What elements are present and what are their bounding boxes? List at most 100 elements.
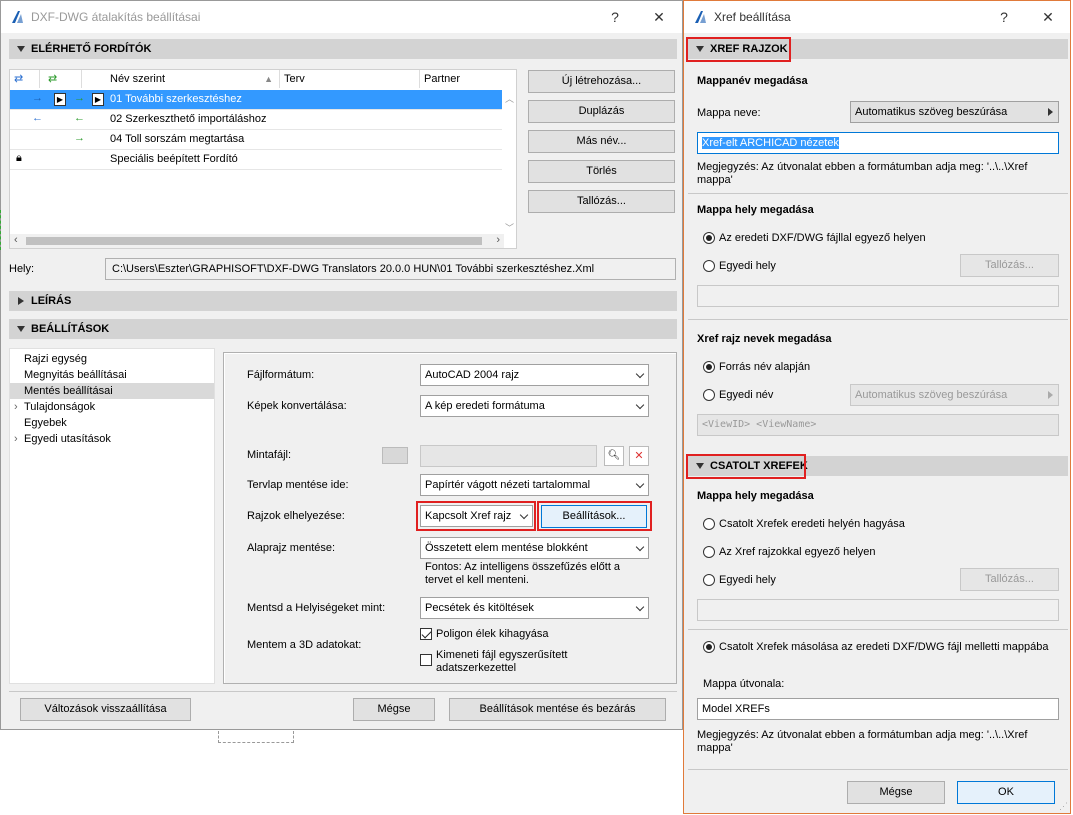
delete-button[interactable]: Törlés bbox=[528, 160, 675, 183]
browse-button[interactable]: Tallózás... bbox=[528, 190, 675, 213]
arrow-left-icon: ← bbox=[74, 112, 85, 124]
expand-arrow-icon[interactable]: › bbox=[14, 431, 18, 447]
path-input[interactable]: Model XREFs bbox=[697, 698, 1059, 720]
settings-header[interactable]: BEÁLLÍTÁSOK bbox=[9, 319, 677, 339]
tree-item[interactable]: › Tulajdonságok bbox=[10, 399, 214, 415]
xref-cancel-button[interactable]: Mégse bbox=[847, 781, 945, 804]
att-keep-radio[interactable] bbox=[703, 518, 715, 530]
divider bbox=[688, 769, 1068, 770]
auto-text-button[interactable]: Automatikus szöveg beszúrása bbox=[850, 101, 1059, 123]
att-same-radio[interactable] bbox=[703, 546, 715, 558]
list-item[interactable]: → 04 Toll sorszám megtartása bbox=[10, 130, 516, 150]
list-item[interactable]: → ▶ → ▶ 01 További szerkesztéshez bbox=[10, 90, 516, 110]
chevron-down-icon bbox=[635, 602, 645, 612]
expand-arrow-icon[interactable]: › bbox=[14, 399, 18, 415]
attached-loc-header: Mappa hely megadása bbox=[697, 490, 814, 502]
divider bbox=[688, 319, 1068, 320]
translator-list[interactable]: ⇄ ⇄ Név szerint ▲ Terv Partner → ▶ → ▶ 01… bbox=[9, 69, 517, 249]
tree-item[interactable]: Egyebek bbox=[10, 415, 214, 431]
scroll-thumb[interactable] bbox=[26, 237, 482, 245]
scroll-down-icon[interactable]: ﹀ bbox=[505, 221, 514, 234]
tree-item[interactable]: › Egyedi utasítások bbox=[10, 431, 214, 447]
zones-select[interactable]: Pecsétek és kitöltések bbox=[420, 597, 649, 619]
name-source-radio[interactable] bbox=[703, 361, 715, 373]
expand-icon bbox=[17, 46, 25, 52]
auto-text-button-disabled[interactable]: Automatikus szöveg beszúrása bbox=[850, 384, 1059, 406]
name-source-label: Forrás név alapján bbox=[719, 361, 811, 373]
settings-tree[interactable]: Rajzi egység Megnyitás beállításai Menté… bbox=[9, 348, 215, 684]
browse-button-disabled[interactable]: Tallózás... bbox=[960, 254, 1059, 277]
folder-name-input[interactable]: Xref-elt ARCHICAD nézetek bbox=[697, 132, 1059, 154]
scroll-left-icon[interactable]: ‹ bbox=[14, 234, 18, 246]
vertical-scrollbar[interactable]: ︿ ﹀ bbox=[502, 90, 516, 236]
save-close-button[interactable]: Beállítások mentése és bezárás bbox=[449, 698, 666, 721]
highlight-box bbox=[686, 454, 806, 479]
reset-button[interactable]: Változások visszaállítása bbox=[20, 698, 191, 721]
close-button[interactable]: ✕ bbox=[647, 7, 671, 27]
file-format-select[interactable]: AutoCAD 2004 rajz bbox=[420, 364, 649, 386]
scroll-right-icon[interactable]: › bbox=[496, 234, 500, 246]
att-custom-radio[interactable] bbox=[703, 574, 715, 586]
chevron-down-icon bbox=[635, 479, 645, 489]
att-copy-radio[interactable] bbox=[703, 641, 715, 653]
names-header: Xref rajz nevek megadása bbox=[697, 333, 832, 345]
loc-original-radio[interactable] bbox=[703, 232, 715, 244]
folder-loc-header: Mappa hely megadása bbox=[697, 204, 814, 216]
clear-file-icon[interactable]: ✕ bbox=[629, 446, 649, 466]
images-label: Képek konvertálása: bbox=[247, 400, 347, 412]
tree-item-selected[interactable]: Mentés beállításai bbox=[10, 383, 214, 399]
xref-dialog: Xref beállítása ? ✕ XREF RAJZOK Mappanév… bbox=[683, 0, 1071, 814]
col-arrow-out[interactable]: ⇄ bbox=[40, 70, 82, 88]
template-field bbox=[420, 445, 597, 467]
resize-grip-icon[interactable]: ⋰ bbox=[1059, 801, 1068, 812]
horizontal-scrollbar[interactable]: ‹ › bbox=[10, 234, 504, 248]
loc-custom-radio[interactable] bbox=[703, 260, 715, 272]
description-header[interactable]: LEÍRÁS bbox=[9, 291, 677, 311]
col-partner[interactable]: Partner bbox=[420, 70, 502, 88]
att-copy-label: Csatolt Xrefek másolása az eredeti DXF/D… bbox=[719, 641, 1049, 653]
new-button[interactable]: Új létrehozása... bbox=[528, 70, 675, 93]
help-button[interactable]: ? bbox=[603, 7, 627, 27]
list-item[interactable]: 🔒︎ Speciális beépített Fordító bbox=[10, 150, 516, 170]
col-arrow-in[interactable]: ⇄ bbox=[10, 70, 40, 88]
translators-header[interactable]: ELÉRHETŐ FORDÍTÓK bbox=[9, 39, 677, 59]
tree-item[interactable]: Megnyitás beállításai bbox=[10, 367, 214, 383]
main-dialog: DXF-DWG átalakítás beállításai ? ✕ ELÉRH… bbox=[0, 0, 683, 730]
att-custom-label: Egyedi hely bbox=[719, 574, 776, 586]
layout-label: Tervlap mentése ide: bbox=[247, 479, 349, 491]
cancel-button[interactable]: Mégse bbox=[353, 698, 435, 721]
folder-name-header: Mappanév megadása bbox=[697, 75, 808, 87]
col-plan[interactable]: Terv bbox=[280, 70, 420, 88]
expand-icon bbox=[17, 326, 25, 332]
custom-location-field bbox=[697, 285, 1059, 307]
chevron-down-icon bbox=[635, 542, 645, 552]
path-label: Hely: bbox=[9, 263, 35, 275]
scroll-up-icon[interactable]: ︿ bbox=[505, 92, 514, 105]
tree-item[interactable]: Rajzi egység bbox=[10, 351, 214, 367]
poly-checkbox[interactable] bbox=[420, 628, 432, 640]
help-button[interactable]: ? bbox=[992, 7, 1016, 27]
divider bbox=[688, 193, 1068, 194]
name-custom-radio[interactable] bbox=[703, 389, 715, 401]
browse-button-disabled[interactable]: Tallózás... bbox=[960, 568, 1059, 591]
sort-asc-icon: ▲ bbox=[264, 74, 273, 84]
play-box-icon: ▶ bbox=[92, 93, 104, 106]
rename-button[interactable]: Más név... bbox=[528, 130, 675, 153]
floorplan-select[interactable]: Összetett elem mentése blokként bbox=[420, 537, 649, 559]
xref-ok-button[interactable]: OK bbox=[957, 781, 1055, 804]
list-item[interactable]: ← ← 02 Szerkeszthető importáláshoz bbox=[10, 110, 516, 130]
images-select[interactable]: A kép eredeti formátuma bbox=[420, 395, 649, 417]
search-file-icon[interactable]: 🔍︎ bbox=[604, 446, 624, 466]
layout-select[interactable]: Papírtér vágott nézeti tartalommal bbox=[420, 474, 649, 496]
path-field: C:\Users\Eszter\GRAPHISOFT\DXF-DWG Trans… bbox=[105, 258, 676, 280]
duplicate-button[interactable]: Duplázás bbox=[528, 100, 675, 123]
loc-original-label: Az eredeti DXF/DWG fájllal egyező helyen bbox=[719, 232, 926, 244]
simplified-checkbox[interactable] bbox=[420, 654, 432, 666]
close-button[interactable]: ✕ bbox=[1036, 7, 1060, 27]
col-name[interactable]: Név szerint ▲ bbox=[106, 70, 280, 88]
loc-custom-label: Egyedi hely bbox=[719, 260, 776, 272]
att-same-label: Az Xref rajzokkal egyező helyen bbox=[719, 546, 876, 558]
floorplan-label: Alaprajz mentése: bbox=[247, 542, 336, 554]
swap-arrow-icon: ⇄ bbox=[14, 73, 24, 85]
main-titlebar: DXF-DWG átalakítás beállításai ? ✕ bbox=[1, 1, 682, 33]
